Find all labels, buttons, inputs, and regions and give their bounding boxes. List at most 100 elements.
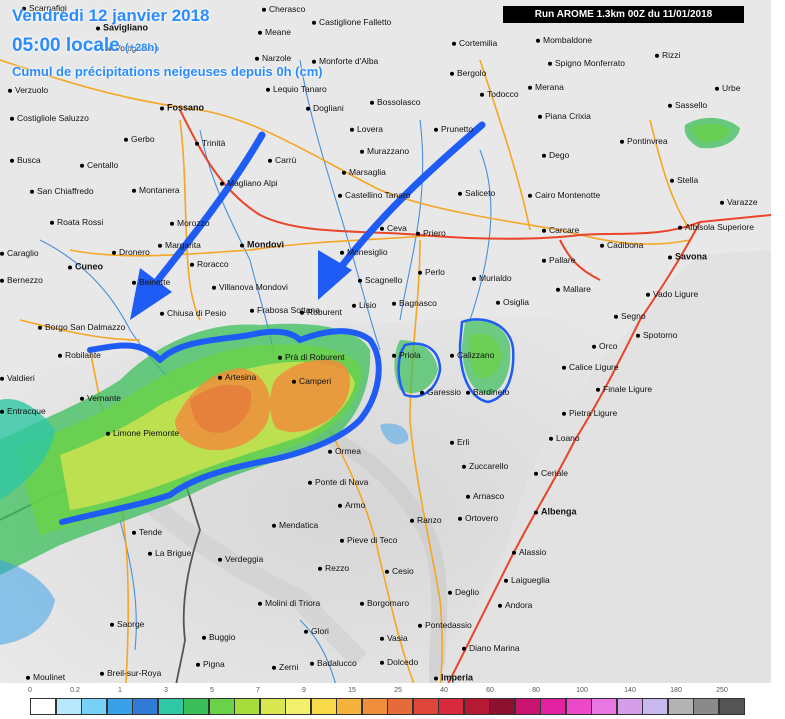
town-label: Murialdo — [472, 274, 512, 283]
town-label: Villanova Mondovi — [212, 283, 288, 292]
town-label: Pallare — [542, 256, 575, 265]
legend-label: 250 — [716, 687, 728, 694]
town-label: Merana — [528, 83, 564, 92]
legend-swatch — [183, 698, 209, 715]
town-label: Ponte di Nava — [308, 478, 368, 487]
town-label: Perlo — [418, 268, 445, 277]
town-label: Spigno Monferrato — [548, 59, 625, 68]
legend-swatch — [106, 698, 133, 715]
town-label: Cherasco — [262, 5, 305, 14]
legend-swatch — [438, 698, 464, 715]
legend-label: 5 — [210, 687, 214, 694]
forecast-time-value: 05:00 locale — [12, 35, 120, 56]
town-label: Vernante — [80, 394, 121, 403]
town-label: Osiglia — [496, 298, 529, 307]
town-label: Roata Rossi — [50, 218, 103, 227]
town-label: Pigna — [196, 660, 225, 669]
town-label: Erli — [450, 438, 469, 447]
legend-swatch — [387, 698, 413, 715]
town-label: Buggio — [202, 633, 235, 642]
town-label: Armo — [338, 501, 365, 510]
town-label: Pontinvrea — [620, 137, 668, 146]
town-label: Garessio — [420, 388, 461, 397]
town-label: Zerni — [272, 663, 298, 672]
town-label: Mendatica — [272, 521, 318, 530]
town-label: Frabosa Sottana — [250, 306, 320, 315]
town-label: Spotorno — [636, 331, 678, 340]
town-label: Robilante — [58, 351, 101, 360]
town-label: Camperi — [292, 377, 331, 386]
town-label: Priero — [416, 229, 446, 238]
town-label: Sassello — [668, 101, 707, 110]
town-label: Ranzo — [410, 516, 442, 525]
legend-swatch — [642, 698, 668, 715]
legend-swatch — [412, 698, 439, 715]
town-label: Orco — [592, 342, 617, 351]
town-label: Roracco — [190, 260, 229, 269]
legend-swatch — [157, 698, 184, 715]
town-label: Saliceto — [458, 189, 495, 198]
town-label: Morozzo — [170, 219, 210, 228]
town-label: Vasia — [380, 634, 408, 643]
town-label: Todocco — [480, 90, 519, 99]
town-label: Bossolasco — [370, 98, 420, 107]
town-label: Calizzano — [450, 351, 494, 360]
town-label: Moulinet — [26, 673, 65, 682]
legend-label: 7 — [256, 687, 260, 694]
snow-accumulation-map: Scarnafigi Savigliano Vottignasco Verzuolo C… — [0, 0, 785, 719]
legend-swatch — [310, 698, 337, 715]
legend-swatch — [489, 698, 515, 715]
legend-swatch — [81, 698, 107, 715]
legend-label: 9 — [302, 687, 306, 694]
town-label: Dronero — [112, 248, 150, 257]
legend-swatch — [259, 698, 286, 715]
town-label: Vado Ligure — [646, 290, 698, 299]
town-label: Bagnasco — [392, 299, 437, 308]
town-label: Cuneo — [68, 262, 103, 272]
legend-swatch — [285, 698, 311, 715]
town-label: Costigliole Saluzzo — [10, 114, 89, 123]
right-margin — [771, 0, 785, 719]
town-label: Loano — [549, 434, 580, 443]
legend-swatch — [565, 698, 592, 715]
town-label: Prà di Roburent — [278, 353, 345, 362]
legend-label: 80 — [532, 687, 540, 694]
legend-swatch — [30, 698, 56, 715]
town-label: Varazze — [720, 198, 758, 207]
legend-swatch — [667, 698, 694, 715]
town-label: Imperia — [434, 673, 473, 683]
legend-swatch — [540, 698, 566, 715]
town-label: Magliano Alpi — [220, 179, 278, 188]
town-label: Saorge — [110, 620, 144, 629]
town-label: Ceriale — [534, 469, 568, 478]
legend-label: 140 — [624, 687, 636, 694]
town-label: Albenga — [534, 507, 577, 517]
legend-swatch — [132, 698, 158, 715]
town-label: Cesio — [385, 567, 414, 576]
town-label: Laigueglia — [504, 576, 550, 585]
town-label: Cortemilia — [452, 39, 497, 48]
legend-label: 100 — [576, 687, 588, 694]
town-label: Piana Crixia — [538, 112, 591, 121]
town-label: Centallo — [80, 161, 118, 170]
town-label: Limone Piemonte — [106, 429, 179, 438]
town-label: Chiusa di Pesio — [160, 309, 226, 318]
town-label: Bernezzo — [0, 276, 43, 285]
forecast-time-offset: (+28h) — [125, 42, 158, 54]
town-label: Verzuolo — [8, 86, 48, 95]
town-label: Fossano — [160, 103, 204, 113]
legend-label: 60 — [486, 687, 494, 694]
run-info-badge: Run AROME 1.3km 00Z du 11/01/2018 — [503, 6, 744, 23]
legend-label: 0.2 — [70, 687, 80, 694]
legend-label: 15 — [348, 687, 356, 694]
town-label: Bardineto — [466, 388, 509, 397]
legend-label: 1 — [118, 687, 122, 694]
town-label: Carrù — [268, 156, 296, 165]
color-legend: 0 0.2 1 3 5 7 9 15 25 40 60 80 100 140 180 250 — [0, 683, 771, 719]
town-label: Andora — [498, 601, 532, 610]
town-label: Priola — [392, 351, 421, 360]
town-label: San Chiaffredo — [30, 187, 94, 196]
legend-swatch — [361, 698, 388, 715]
town-label: Narzole — [255, 54, 291, 63]
map-subtitle: Cumul de précipitations neigeuses depuis… — [12, 64, 323, 79]
